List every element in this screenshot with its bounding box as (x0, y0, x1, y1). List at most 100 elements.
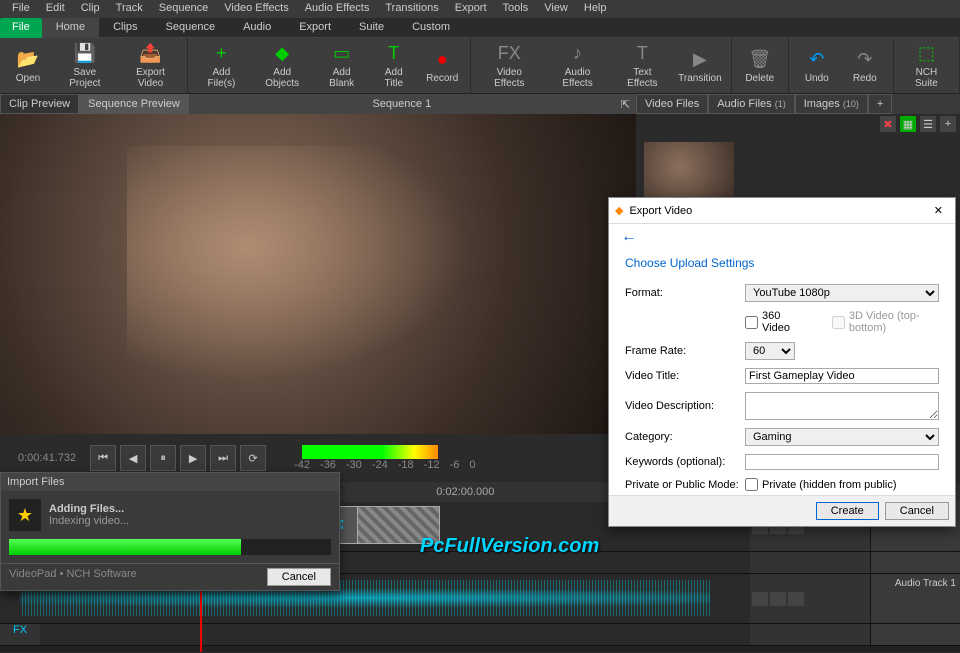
tab-clip-preview[interactable]: Clip Preview (0, 94, 79, 114)
format-select[interactable]: YouTube 1080p (745, 284, 939, 302)
export-video-button[interactable]: 📤Export Video (118, 40, 184, 91)
audio-effects-button[interactable]: ♪Audio Effects (543, 40, 611, 91)
close-icon[interactable]: ✕ (928, 204, 949, 217)
menu-file[interactable]: File (4, 0, 38, 18)
video-desc-textarea[interactable] (745, 392, 939, 420)
transport-button[interactable]: ⏸ (150, 445, 176, 471)
category-select[interactable]: Gaming (745, 428, 939, 446)
ribbon-tab-sequence[interactable]: Sequence (152, 18, 230, 37)
audio-fx-badge[interactable]: FX (0, 624, 40, 645)
video-title-input[interactable] (745, 368, 939, 384)
audio-fx-label (870, 624, 960, 645)
transport-button[interactable]: ⏭ (210, 445, 236, 471)
menu-sequence[interactable]: Sequence (151, 0, 217, 18)
audio-fx-track: FX (0, 624, 960, 646)
star-icon: ★ (9, 499, 41, 531)
file-tab[interactable]: File (0, 18, 42, 38)
menu-export[interactable]: Export (447, 0, 495, 18)
sequence-title: Sequence 1 (189, 98, 615, 110)
audio-fx-controls (750, 624, 870, 645)
watermark-text: PcFullVersion.com (420, 535, 599, 558)
list-view-icon[interactable]: ☰ (920, 116, 936, 132)
file-tab-row: File HomeClipsSequenceAudioExportSuiteCu… (0, 18, 960, 38)
import-adding-label: Adding Files... (49, 503, 129, 515)
audio-track-label: Audio Track 1 (870, 574, 960, 623)
transport-button[interactable]: ◀ (120, 445, 146, 471)
record-button[interactable]: ●Record (418, 40, 466, 91)
ribbon-tab-home[interactable]: Home (42, 18, 99, 37)
menu-track[interactable]: Track (108, 0, 151, 18)
audio-track-controls (750, 574, 870, 623)
export-heading: Choose Upload Settings (609, 250, 955, 280)
bin-tab-video-files[interactable]: Video Files (636, 94, 708, 114)
menu-view[interactable]: View (536, 0, 576, 18)
add-objects-button[interactable]: ◆Add Objects (250, 40, 314, 91)
ribbon-tab-clips[interactable]: Clips (99, 18, 151, 37)
add-blank-button[interactable]: ▭Add Blank (314, 40, 369, 91)
text-effects-button[interactable]: TText Effects (612, 40, 673, 91)
framerate-select[interactable]: 60 (745, 342, 795, 360)
menu-edit[interactable]: Edit (38, 0, 73, 18)
ruler-tick: 0:02:00.000 (436, 486, 494, 498)
menu-clip[interactable]: Clip (73, 0, 108, 18)
ribbon-tab-custom[interactable]: Custom (398, 18, 464, 37)
cb-360-video[interactable]: 360 Video (745, 310, 802, 334)
import-cancel-button[interactable]: Cancel (267, 568, 331, 586)
save-project-button[interactable]: 💾Save Project (52, 40, 118, 91)
menu-video-effects[interactable]: Video Effects (216, 0, 296, 18)
category-label: Category: (625, 431, 745, 443)
bin-add-tab[interactable]: + (868, 94, 892, 114)
undo-button[interactable]: ↶Undo (793, 40, 841, 91)
menu-tools[interactable]: Tools (495, 0, 537, 18)
add-title-button[interactable]: TAdd Title (369, 40, 418, 91)
private-mode-label: Private or Public Mode: (625, 479, 745, 491)
bin-tab-audio-files[interactable]: Audio Files (1) (708, 94, 794, 114)
create-button[interactable]: Create (816, 502, 879, 520)
audio-solo-icon[interactable] (788, 592, 804, 606)
back-arrow-icon[interactable]: ← (621, 228, 637, 245)
transport-button[interactable]: ⏮ (90, 445, 116, 471)
add-tab-icon[interactable]: + (940, 116, 956, 132)
ribbon-tab-export[interactable]: Export (285, 18, 345, 37)
delete-button[interactable]: 🗑Delete (736, 40, 784, 91)
ribbon-tab-audio[interactable]: Audio (229, 18, 285, 37)
transport-button[interactable]: ▶ (180, 445, 206, 471)
cb-3d-video[interactable]: 3D Video (top-bottom) (832, 310, 939, 334)
video-desc-label: Video Description: (625, 400, 745, 412)
import-progress-bar (9, 539, 331, 555)
audio-fx-body[interactable]: FX (0, 624, 750, 645)
menu-audio-effects[interactable]: Audio Effects (297, 0, 378, 18)
grid-view-icon[interactable]: ▦ (900, 116, 916, 132)
menu-help[interactable]: Help (576, 0, 615, 18)
transport-button[interactable]: ⟳ (240, 445, 266, 471)
vu-scale: -42-36-30-24-18-12-60 (294, 459, 475, 471)
audio-mute-icon[interactable] (770, 592, 786, 606)
audio-lock-icon[interactable] (752, 592, 768, 606)
popout-icon[interactable]: ⇱ (615, 98, 636, 111)
video-effects-button[interactable]: FXVideo Effects (475, 40, 543, 91)
framerate-label: Frame Rate: (625, 345, 745, 357)
menu-bar: FileEditClipTrackSequenceVideo EffectsAu… (0, 0, 960, 18)
export-dialog-title: Export Video (629, 205, 692, 217)
cb-private[interactable]: Private (hidden from public) (745, 478, 897, 491)
redo-button[interactable]: ↷Redo (841, 40, 889, 91)
preview-pane: Clip Preview Sequence Preview Sequence 1… (0, 94, 636, 434)
menu-transitions[interactable]: Transitions (377, 0, 446, 18)
import-footer-text: VideoPad • NCH Software (9, 568, 137, 586)
export-video-dialog: ◆ Export Video ✕ ← Choose Upload Setting… (608, 197, 956, 527)
ribbon-tab-suite[interactable]: Suite (345, 18, 398, 37)
import-dialog-title: Import Files (1, 473, 339, 491)
import-progress-fill (9, 539, 241, 555)
format-label: Format: (625, 287, 745, 299)
export-cancel-button[interactable]: Cancel (885, 502, 949, 520)
delete-icon[interactable]: ✖ (880, 116, 896, 132)
transition-button[interactable]: ▶Transition (673, 40, 727, 91)
nch-suite-button[interactable]: ⬚NCH Suite (898, 40, 955, 91)
bin-tab-images[interactable]: Images (10) (795, 94, 868, 114)
bin-toolbar: ✖ ▦ ☰ + (636, 114, 960, 134)
keywords-input[interactable] (745, 454, 939, 470)
tab-sequence-preview[interactable]: Sequence Preview (79, 94, 189, 114)
preview-viewport[interactable] (0, 114, 636, 434)
open-button[interactable]: 📂Open (4, 40, 52, 91)
add-file-s--button[interactable]: +Add File(s) (192, 40, 250, 91)
